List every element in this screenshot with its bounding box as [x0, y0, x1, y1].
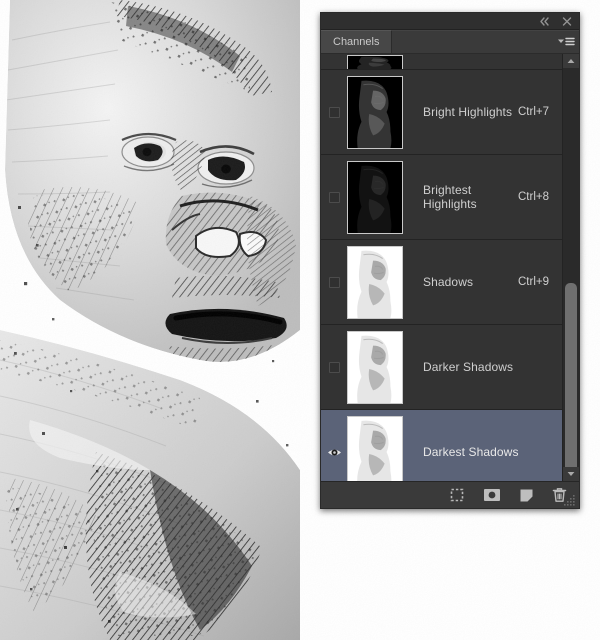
panel-menu-button[interactable] — [553, 30, 579, 53]
channel-shortcut: Ctrl+8 — [518, 191, 549, 203]
tab-channels-label: Channels — [333, 36, 380, 48]
channel-thumbnail[interactable] — [347, 55, 403, 69]
channel-thumbnail[interactable] — [347, 75, 403, 149]
channel-row[interactable]: Darker Shadows — [321, 325, 563, 410]
channel-name: Darkest Shadows — [423, 445, 519, 459]
scrollbar-thumb[interactable] — [565, 283, 577, 481]
close-icon[interactable] — [561, 16, 573, 27]
channel-name: Brightest Highlights — [423, 183, 477, 211]
channels-panel: Channels Bright Highlights Ctrl+7 Brightes… — [320, 12, 580, 509]
channel-row[interactable]: Darkest Shadows — [321, 410, 563, 481]
channel-name: Bright Highlights — [423, 105, 513, 119]
channel-shortcut: Ctrl+9 — [518, 276, 549, 288]
scrollbar-track[interactable] — [563, 68, 579, 481]
eye-icon — [327, 449, 341, 455]
scroll-down-arrow-icon[interactable] — [563, 467, 579, 481]
panel-menu-icon — [558, 37, 575, 46]
collapse-panel-icon[interactable] — [539, 16, 551, 27]
channel-thumbnail[interactable] — [347, 245, 403, 319]
channel-thumbnail[interactable] — [347, 415, 403, 481]
channel-name: Darker Shadows — [423, 360, 514, 374]
resize-grip-icon[interactable] — [563, 493, 577, 507]
channel-visibility-toggle[interactable] — [321, 276, 347, 288]
tab-channels[interactable]: Channels — [321, 30, 393, 53]
load-channel-as-selection-button[interactable] — [449, 487, 465, 503]
save-selection-as-channel-button[interactable] — [483, 488, 501, 502]
visibility-checkbox — [328, 361, 340, 373]
channel-thumbnail[interactable] — [347, 330, 403, 404]
tabstrip-filler — [392, 30, 553, 53]
channels-footer-toolbar — [321, 481, 579, 508]
channel-visibility-toggle[interactable] — [321, 106, 347, 118]
visibility-checkbox — [328, 276, 340, 288]
visibility-checkbox — [328, 106, 340, 118]
channel-visibility-toggle[interactable] — [321, 191, 347, 203]
scroll-up-arrow-icon[interactable] — [563, 54, 579, 68]
visibility-checkbox — [328, 191, 340, 203]
channel-visibility-toggle[interactable] — [321, 447, 347, 458]
channels-list-body: Bright Highlights Ctrl+7 Brightest Highlig… — [321, 54, 579, 481]
create-new-channel-button[interactable] — [519, 488, 534, 503]
panel-titlebar — [321, 13, 579, 30]
channel-thumbnail[interactable] — [347, 160, 403, 234]
channel-row[interactable]: Shadows Ctrl+9 — [321, 240, 563, 325]
channels-scrollbar[interactable] — [562, 54, 579, 481]
channel-row[interactable]: Bright Highlights Ctrl+7 — [321, 70, 563, 155]
panel-tabstrip: Channels — [321, 30, 579, 54]
channel-row[interactable]: Brightest Highlights Ctrl+8 — [321, 155, 563, 240]
channel-name: Shadows — [423, 275, 474, 289]
channel-row[interactable] — [321, 54, 563, 70]
channel-shortcut: Ctrl+7 — [518, 106, 549, 118]
channels-list[interactable]: Bright Highlights Ctrl+7 Brightest Highlig… — [321, 54, 563, 481]
channel-visibility-toggle[interactable] — [321, 361, 347, 373]
